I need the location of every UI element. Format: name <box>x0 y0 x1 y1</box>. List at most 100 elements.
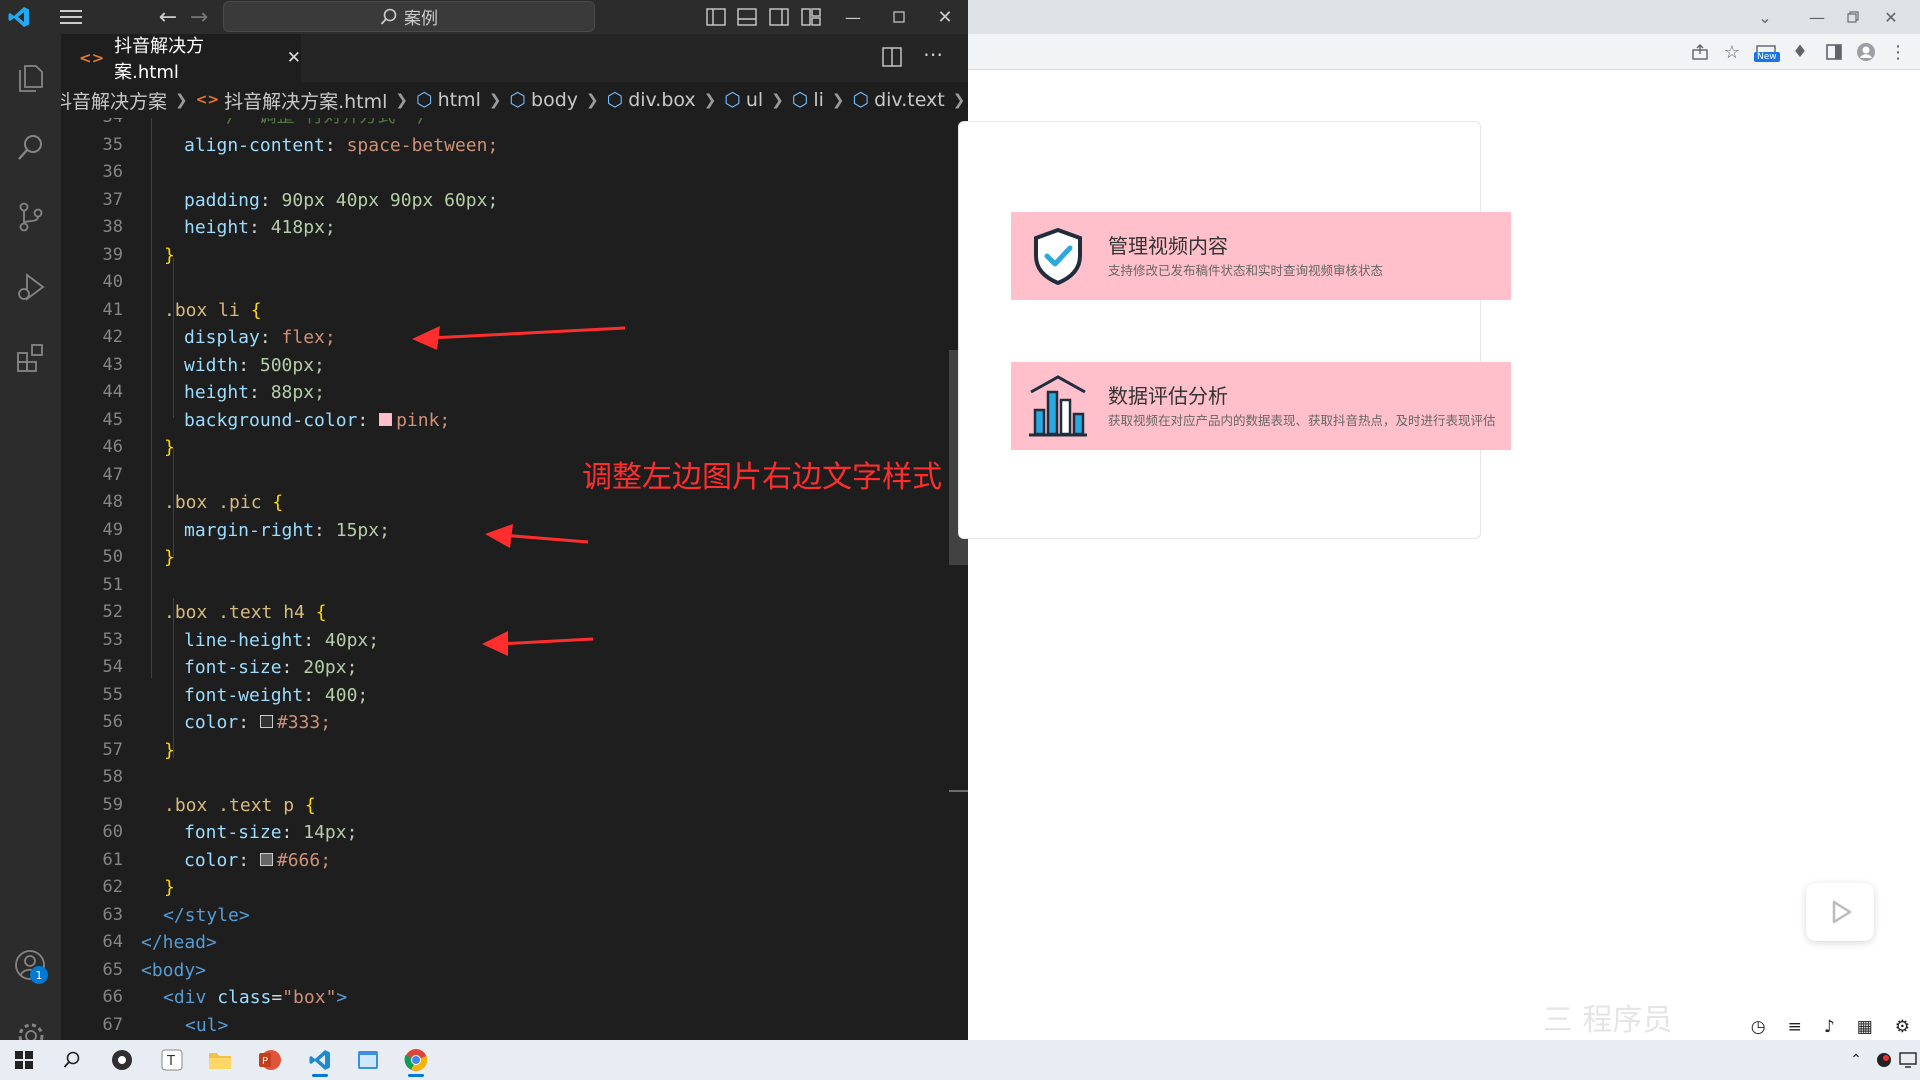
toggle-panel-icon[interactable] <box>734 4 760 30</box>
search-icon[interactable] <box>0 119 61 175</box>
code-punctuation: : <box>259 327 282 348</box>
close-window-icon[interactable]: ✕ <box>1878 4 1904 30</box>
line-number: 52 <box>102 602 123 622</box>
settings-gear-icon[interactable]: ⚙ <box>1895 1017 1910 1037</box>
code-brace: { <box>250 299 262 321</box>
line-number: 43 <box>102 354 123 375</box>
side-panel-icon[interactable] <box>1822 40 1846 64</box>
share-icon[interactable] <box>1688 40 1712 64</box>
css-selector: .box li <box>164 299 251 321</box>
line-number: 49 <box>102 519 123 540</box>
windows-start-icon[interactable] <box>4 1044 44 1076</box>
accounts-icon[interactable]: 1 <box>0 938 61 994</box>
obs-app-icon[interactable] <box>102 1044 142 1076</box>
powerpoint-app-icon[interactable]: P <box>250 1044 290 1076</box>
menu-hamburger-icon[interactable] <box>56 2 86 32</box>
close-tab-icon[interactable]: ✕ <box>287 48 301 68</box>
split-editor-icon[interactable] <box>881 46 905 70</box>
extensions-puzzle-icon[interactable]: ♦ <box>1788 40 1812 64</box>
play-button[interactable] <box>1806 883 1874 941</box>
card-title: 数据评估分析 <box>1108 384 1228 408</box>
toggle-sidebar-icon[interactable] <box>703 4 729 30</box>
color-swatch[interactable] <box>379 412 393 426</box>
list-item[interactable]: 管理视频内容 支持修改已发布稿件状态和实时查询视频审核状态 <box>1011 212 1511 300</box>
close-window-icon[interactable]: ✕ <box>930 2 960 32</box>
run-debug-icon[interactable] <box>0 259 61 315</box>
indent-guide <box>173 598 174 758</box>
breadcrumb-div-text[interactable]: ⬡ div.text <box>853 89 945 111</box>
card-text: 数据评估分析 获取视频在对应产品内的数据表现、获取抖音热点，及时进行表现评估 <box>1108 382 1511 430</box>
line-number: 57 <box>102 739 123 760</box>
source-control-icon[interactable] <box>0 189 61 245</box>
breadcrumb-file[interactable]: <> 抖音解决方案.html <box>196 87 388 114</box>
annotation-arrow <box>482 631 594 656</box>
maximize-icon[interactable] <box>884 2 914 32</box>
list-item[interactable]: 数据评估分析 获取视频在对应产品内的数据表现、获取抖音热点，及时进行表现评估 <box>1011 362 1511 450</box>
line-number: 55 <box>102 684 123 705</box>
more-menu-icon[interactable]: ⋮ <box>1886 40 1910 64</box>
symbol-cube-icon: ⬡ <box>791 89 809 111</box>
code-line: <ul> <box>185 1012 228 1040</box>
line-number: 44 <box>102 382 123 402</box>
customize-layout-icon[interactable] <box>798 4 824 30</box>
chrome-app-icon[interactable] <box>396 1044 436 1077</box>
toggle-secondary-sidebar-icon[interactable] <box>766 4 792 30</box>
html-tag: </head> <box>141 932 217 953</box>
breadcrumb-body[interactable]: ⬡ body <box>509 89 578 111</box>
active-indicator <box>312 1074 328 1077</box>
new-badge: New <box>1754 52 1780 62</box>
browser-toolbar: ☆ New ♦ ⋮ <box>968 34 1920 70</box>
command-center-search[interactable]: 案例 <box>223 1 595 32</box>
breadcrumb-li[interactable]: ⬡ li <box>792 89 824 111</box>
breadcrumb-folder[interactable]: 抖音解决方案 <box>61 87 167 114</box>
color-swatch[interactable] <box>259 715 273 728</box>
code-punctuation: : <box>238 712 260 733</box>
html-file-icon: <> <box>79 49 105 67</box>
tab-active-file[interactable]: <> 抖音解决方案.html ✕ <box>61 34 301 83</box>
card-title: 管理视频内容 <box>1108 234 1228 258</box>
layout-grid-icon[interactable]: ▦ <box>1857 1017 1873 1037</box>
browser-tab-strip: ⌄ — ✕ <box>968 0 1920 34</box>
code-editor[interactable]: /* 调整 行对齐方式 */ 34 35 align-content: space-… <box>61 118 968 1040</box>
breadcrumb-html[interactable]: ⬡ html <box>416 89 481 111</box>
search-icon[interactable] <box>52 1044 92 1076</box>
line-number: 37 <box>102 189 123 210</box>
windows-taskbar: T P ⌃ <box>0 1040 1920 1080</box>
extensions-icon[interactable] <box>0 329 61 385</box>
settings-gear-icon[interactable] <box>0 1008 61 1040</box>
timer-icon[interactable]: ◷ <box>1751 1017 1766 1037</box>
css-value: pink; <box>396 409 451 431</box>
translate-icon[interactable]: ≡ <box>1788 1017 1802 1037</box>
line-number: 48 <box>102 492 123 512</box>
svg-text:T: T <box>166 1054 175 1069</box>
forward-arrow-icon[interactable]: → <box>184 2 214 32</box>
breadcrumb-div-box[interactable]: ⬡ div.box <box>607 89 696 111</box>
window-app-icon[interactable] <box>348 1044 388 1076</box>
minimize-icon[interactable]: — <box>1804 4 1830 30</box>
breadcrumb-ul[interactable]: ⬡ ul <box>724 89 763 111</box>
explorer-icon[interactable] <box>0 49 61 105</box>
music-note-icon[interactable]: ♪ <box>1824 1017 1835 1037</box>
vscode-app-icon[interactable] <box>300 1044 340 1077</box>
css-value: #333; <box>276 712 332 733</box>
file-explorer-icon[interactable] <box>200 1044 240 1076</box>
back-arrow-icon[interactable]: ← <box>153 2 183 32</box>
bookmark-star-icon[interactable]: ☆ <box>1720 40 1744 64</box>
code-brace: { <box>272 492 284 513</box>
network-display-icon[interactable] <box>1888 1044 1920 1076</box>
color-swatch[interactable] <box>259 852 273 866</box>
line-number: 66 <box>102 987 123 1007</box>
chevron-right-icon: ❯ <box>771 91 784 109</box>
restore-icon[interactable] <box>1840 4 1866 30</box>
tab-search-chevron-icon[interactable]: ⌄ <box>1752 4 1778 30</box>
typora-app-icon[interactable]: T <box>152 1044 192 1076</box>
css-value: 500px; <box>259 354 325 376</box>
line-number: 50 <box>102 547 123 567</box>
reading-list-icon[interactable]: New <box>1752 38 1780 66</box>
css-property: align-content <box>184 134 325 156</box>
html-tag: </style> <box>163 904 250 926</box>
more-actions-icon[interactable]: ⋯ <box>923 42 949 68</box>
css-value: flex; <box>281 327 336 348</box>
profile-avatar-icon[interactable] <box>1854 40 1878 64</box>
minimize-icon[interactable]: — <box>838 2 868 32</box>
